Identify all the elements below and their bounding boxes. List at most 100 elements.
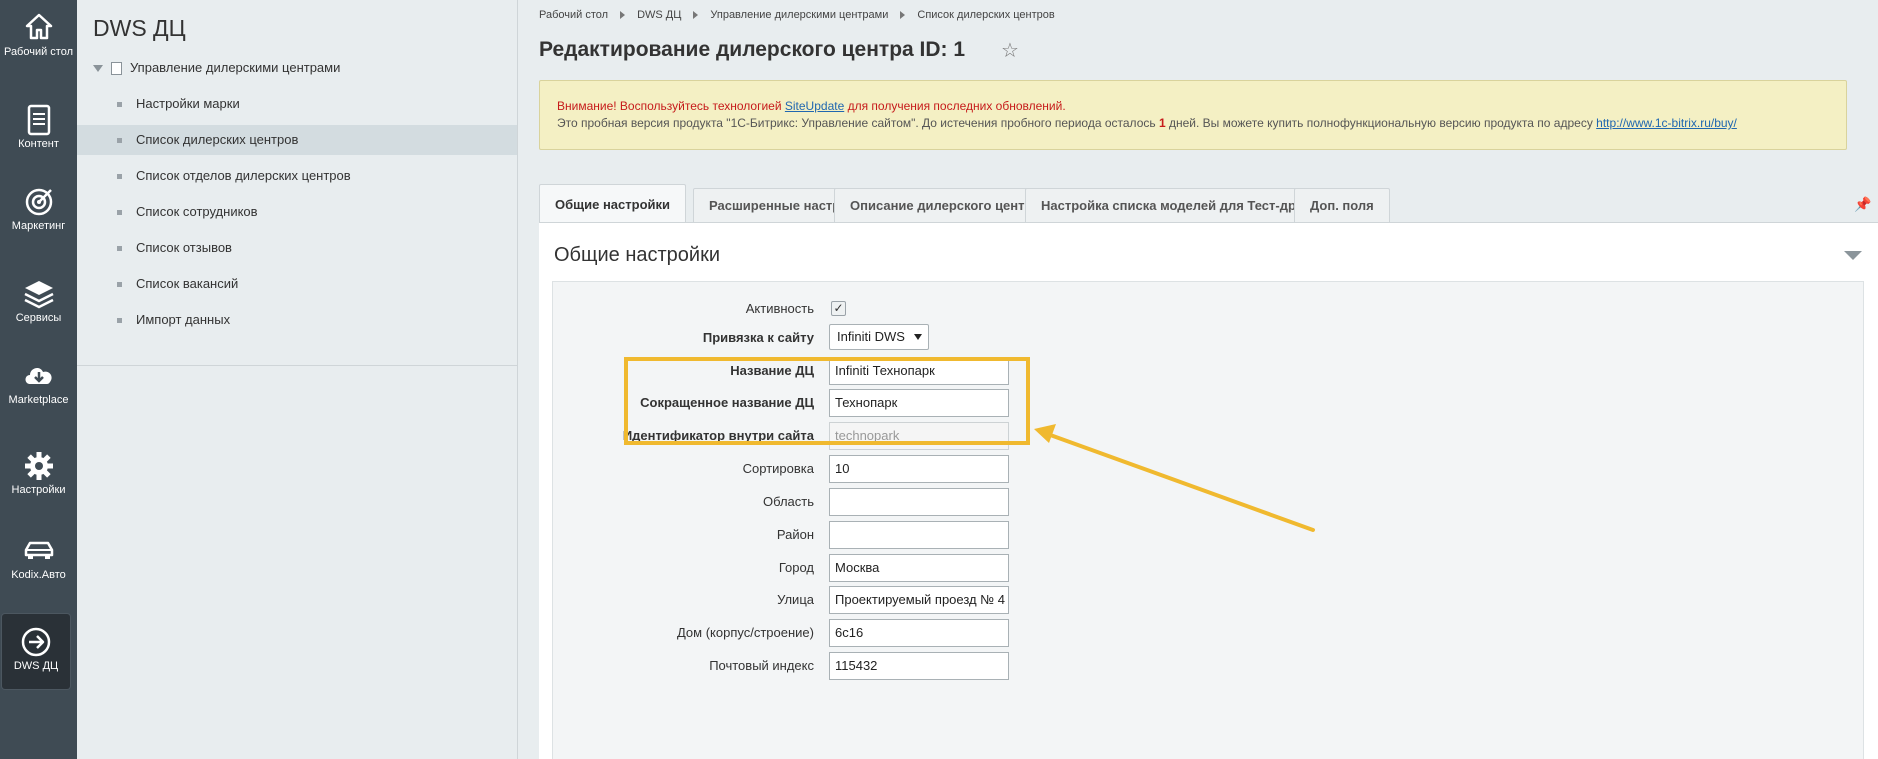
- zip-input[interactable]: 115432: [829, 652, 1009, 680]
- bullet-icon: [117, 174, 122, 179]
- days-left: 1: [1158, 116, 1166, 130]
- menu-root-label: Управление дилерскими центрами: [130, 60, 341, 75]
- bullet-icon: [117, 282, 122, 287]
- sort-label: Сортировка: [742, 461, 814, 476]
- tab-extra-fields[interactable]: Доп. поля: [1294, 188, 1390, 222]
- row-active: Активность ✓: [553, 295, 1865, 323]
- nav-kodix-auto[interactable]: Kodix.Авто: [0, 535, 77, 582]
- home-icon: [0, 12, 77, 46]
- page-title: Редактирование дилерского центра ID: 1: [539, 38, 966, 61]
- section-menu: DWS ДЦ Управление дилерскими центрами На…: [77, 0, 518, 759]
- cloud-download-icon: [0, 360, 77, 394]
- nav-settings[interactable]: Настройки: [0, 450, 77, 497]
- house-label: Дом (корпус/строение): [676, 625, 814, 640]
- favorite-star-icon[interactable]: ☆: [1001, 38, 1019, 63]
- breadcrumb-item[interactable]: Список дилерских центров: [917, 9, 1054, 21]
- breadcrumb-item[interactable]: Управление дилерскими центрами: [710, 9, 888, 21]
- menu-item-import[interactable]: Импорт данных: [77, 305, 517, 335]
- site-label: Привязка к сайту: [702, 330, 814, 345]
- nav-desktop-label: Рабочий стол: [3, 46, 74, 58]
- district-label: Район: [776, 527, 814, 542]
- menu-item-label: Список отделов дилерских центров: [136, 168, 351, 183]
- annotation-highlight-box: [624, 357, 1030, 445]
- site-select[interactable]: Infiniti DWS: [829, 324, 929, 350]
- menu-item-departments[interactable]: Список отделов дилерских центров: [77, 161, 517, 191]
- menu-item-vacancies[interactable]: Список вакансий: [77, 269, 517, 299]
- region-input[interactable]: [829, 488, 1009, 516]
- street-label: Улица: [777, 592, 814, 607]
- buy-link[interactable]: http://www.1c-bitrix.ru/buy/: [1596, 116, 1737, 130]
- menu-root-item[interactable]: Управление дилерскими центрами: [93, 60, 341, 76]
- menu-item-label: Список сотрудников: [136, 204, 258, 219]
- breadcrumb: Рабочий стол DWS ДЦ Управление дилерскими …: [539, 9, 1055, 21]
- sort-input[interactable]: 10: [829, 455, 1009, 483]
- breadcrumb-separator-icon: [620, 11, 626, 20]
- tab-description[interactable]: Описание дилерского центра: [834, 188, 1056, 222]
- district-input[interactable]: [829, 521, 1009, 549]
- collapse-icon[interactable]: [1844, 251, 1862, 260]
- notice-line-2: Это пробная версия продукта "1С-Битрикс:…: [557, 115, 1846, 132]
- bullet-icon: [117, 102, 122, 107]
- menu-item-dealer-list[interactable]: Список дилерских центров: [77, 125, 517, 155]
- select-caret-icon: [914, 334, 922, 340]
- house-input[interactable]: 6с16: [829, 619, 1009, 647]
- main-icon-bar: Рабочий стол Контент Маркетинг Сервисы M…: [0, 0, 77, 759]
- row-city: Город Москва: [553, 554, 1865, 582]
- bullet-icon: [117, 138, 122, 143]
- active-checkbox[interactable]: ✓: [831, 301, 846, 316]
- notice-text: Внимание! Воспользуйтесь технологией: [557, 99, 785, 113]
- menu-item-reviews[interactable]: Список отзывов: [77, 233, 517, 263]
- notice-line-1: Внимание! Воспользуйтесь технологией Sit…: [557, 98, 1846, 115]
- collapse-arrow-icon[interactable]: [93, 65, 103, 73]
- row-zip: Почтовый индекс 115432: [553, 652, 1865, 680]
- bullet-icon: [117, 246, 122, 251]
- pin-icon[interactable]: 📌: [1854, 196, 1871, 213]
- breadcrumb-separator-icon: [693, 11, 699, 20]
- row-house: Дом (корпус/строение) 6с16: [553, 619, 1865, 647]
- menu-item-label: Список вакансий: [136, 276, 239, 291]
- breadcrumb-item[interactable]: Рабочий стол: [539, 9, 608, 21]
- tab-general[interactable]: Общие настройки: [539, 184, 686, 223]
- breadcrumb-item[interactable]: DWS ДЦ: [637, 9, 681, 21]
- page-icon: [111, 62, 122, 76]
- siteupdate-link[interactable]: SiteUpdate: [785, 99, 844, 113]
- nav-services[interactable]: Сервисы: [0, 278, 77, 325]
- city-input[interactable]: Москва: [829, 554, 1009, 582]
- zip-label: Почтовый индекс: [709, 658, 814, 673]
- bullet-icon: [117, 210, 122, 215]
- nav-content[interactable]: Контент: [0, 104, 77, 151]
- menu-item-employees[interactable]: Список сотрудников: [77, 197, 517, 227]
- nav-content-label: Контент: [18, 138, 59, 150]
- trial-notice: Внимание! Воспользуйтесь технологией Sit…: [539, 80, 1847, 150]
- menu-item-label: Импорт данных: [136, 312, 231, 327]
- annotation-arrow-icon: [1034, 424, 1315, 532]
- menu-divider: [77, 365, 517, 366]
- menu-item-label: Настройки марки: [136, 96, 240, 111]
- document-icon: [0, 104, 77, 138]
- site-select-value: Infiniti DWS: [837, 329, 905, 344]
- nav-marketing[interactable]: Маркетинг: [0, 186, 77, 233]
- notice-text: дней. Вы можете купить полнофункциональн…: [1165, 116, 1597, 130]
- layers-icon: [0, 278, 77, 312]
- menu-item-label: Список дилерских центров: [136, 132, 299, 147]
- nav-dws-dc-label: DWS ДЦ: [13, 660, 59, 672]
- notice-text: для получения последних обновлений.: [844, 99, 1066, 113]
- menu-title: DWS ДЦ: [93, 15, 186, 41]
- section-title: Общие настройки: [554, 244, 720, 266]
- nav-desktop[interactable]: Рабочий стол: [0, 12, 77, 59]
- nav-kodix-auto-label: Kodix.Авто: [11, 569, 66, 581]
- city-label: Город: [778, 560, 814, 575]
- gear-icon: [0, 450, 77, 484]
- car-icon: [0, 535, 77, 569]
- menu-item-brand-settings[interactable]: Настройки марки: [77, 89, 517, 119]
- notice-text: Это пробная версия продукта "1С-Битрикс:…: [557, 116, 1159, 130]
- street-input[interactable]: Проектируемый проезд № 4: [829, 586, 1009, 614]
- nav-dws-dc[interactable]: DWS ДЦ: [2, 614, 70, 689]
- arrow-circle-icon: [2, 626, 70, 660]
- nav-settings-label: Настройки: [11, 484, 66, 496]
- breadcrumb-separator-icon: [900, 11, 906, 20]
- nav-marketing-label: Маркетинг: [11, 220, 66, 232]
- nav-marketplace[interactable]: Marketplace: [0, 360, 77, 407]
- row-street: Улица Проектируемый проезд № 4: [553, 586, 1865, 614]
- row-site: Привязка к сайту Infiniti DWS: [553, 324, 1865, 352]
